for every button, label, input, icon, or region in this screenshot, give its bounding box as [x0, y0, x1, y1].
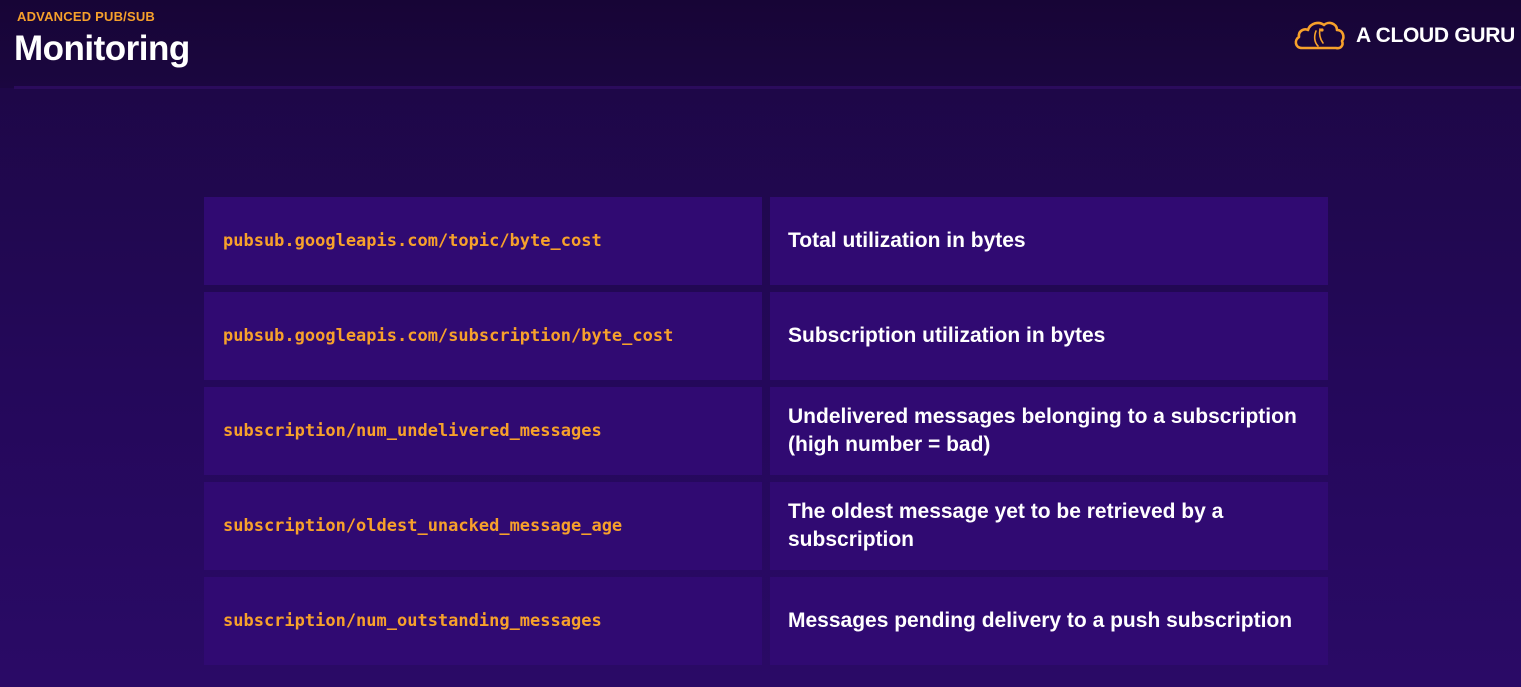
metric-name: pubsub.googleapis.com/subscription/byte_…	[223, 326, 674, 346]
table-row: pubsub.googleapis.com/topic/byte_cost To…	[204, 197, 1328, 285]
metrics-table: pubsub.googleapis.com/topic/byte_cost To…	[204, 197, 1328, 665]
metric-description: Undelivered messages belonging to a subs…	[788, 405, 1297, 456]
table-row: subscription/oldest_unacked_message_age …	[204, 482, 1328, 570]
metric-description: Messages pending delivery to a push subs…	[788, 609, 1293, 632]
metric-description-cell: Messages pending delivery to a push subs…	[770, 577, 1328, 665]
metric-name-cell: subscription/num_undelivered_messages	[204, 387, 762, 475]
metric-name: subscription/num_undelivered_messages	[223, 421, 602, 441]
page-title: Monitoring	[14, 29, 190, 68]
table-row: pubsub.googleapis.com/subscription/byte_…	[204, 292, 1328, 380]
metric-name-cell: subscription/num_outstanding_messages	[204, 577, 762, 665]
metric-description: The oldest message yet to be retrieved b…	[788, 500, 1224, 551]
section-label: ADVANCED PUB/SUB	[17, 9, 156, 24]
metric-name-cell: pubsub.googleapis.com/topic/byte_cost	[204, 197, 762, 285]
metric-name: subscription/num_outstanding_messages	[223, 611, 602, 631]
metric-description-cell: Undelivered messages belonging to a subs…	[770, 387, 1328, 475]
metric-description-cell: Subscription utilization in bytes	[770, 292, 1328, 380]
metric-description-cell: Total utilization in bytes	[770, 197, 1328, 285]
cloud-icon	[1294, 21, 1345, 50]
metric-description: Total utilization in bytes	[788, 229, 1026, 252]
metric-description: Subscription utilization in bytes	[788, 324, 1106, 347]
table-row: subscription/num_outstanding_messages Me…	[204, 577, 1328, 665]
table-row: subscription/num_undelivered_messages Un…	[204, 387, 1328, 475]
metric-name: subscription/oldest_unacked_message_age	[223, 516, 623, 536]
brand-logo: A CLOUD GURU	[1292, 18, 1515, 54]
header-divider	[14, 86, 1521, 89]
metric-description-cell: The oldest message yet to be retrieved b…	[770, 482, 1328, 570]
metric-name-cell: subscription/oldest_unacked_message_age	[204, 482, 762, 570]
metric-name: pubsub.googleapis.com/topic/byte_cost	[223, 231, 602, 251]
brand-name: A CLOUD GURU	[1356, 24, 1515, 47]
header-bar: ADVANCED PUB/SUB Monitoring A CLOUD GURU	[0, 0, 1521, 88]
metric-name-cell: pubsub.googleapis.com/subscription/byte_…	[204, 292, 762, 380]
